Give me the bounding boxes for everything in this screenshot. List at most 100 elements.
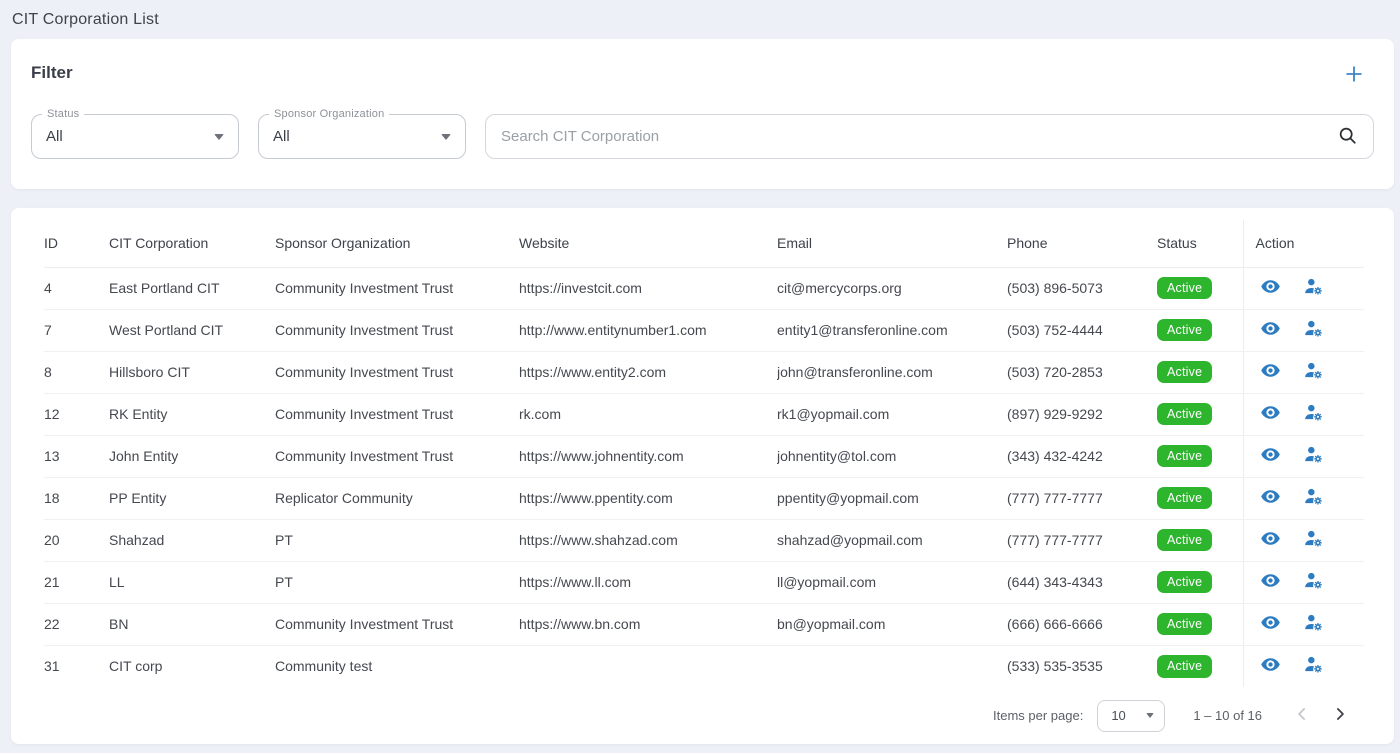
manage-users-button[interactable] <box>1303 318 1324 342</box>
cell-action <box>1243 477 1364 519</box>
column-header-website: Website <box>519 220 777 267</box>
manage-users-button[interactable] <box>1303 444 1324 468</box>
cit-corporation-table: ID CIT Corporation Sponsor Organization … <box>44 220 1364 687</box>
cell-website: rk.com <box>519 393 777 435</box>
manage-users-button[interactable] <box>1303 612 1324 636</box>
status-badge: Active <box>1157 445 1212 468</box>
cell-id: 8 <box>44 351 109 393</box>
manage-user-icon <box>1303 360 1324 384</box>
view-button[interactable] <box>1260 402 1281 426</box>
table-body: 4 East Portland CIT Community Investment… <box>44 267 1364 687</box>
manage-users-button[interactable] <box>1303 360 1324 384</box>
cell-id: 31 <box>44 645 109 687</box>
cell-action <box>1243 351 1364 393</box>
filter-panel: Filter Status All Sponsor Organization A… <box>11 39 1394 189</box>
table-header-row: ID CIT Corporation Sponsor Organization … <box>44 220 1364 267</box>
cell-id: 13 <box>44 435 109 477</box>
chevron-down-icon <box>1146 713 1154 718</box>
cell-email: johnentity@tol.com <box>777 435 1007 477</box>
manage-users-button[interactable] <box>1303 402 1324 426</box>
cell-sponsor-organization: Community Investment Trust <box>275 393 519 435</box>
sponsor-organization-select[interactable]: Sponsor Organization All <box>258 114 466 159</box>
cell-phone: (644) 343-4343 <box>1007 561 1157 603</box>
view-button[interactable] <box>1260 486 1281 510</box>
cell-id: 21 <box>44 561 109 603</box>
cell-action <box>1243 519 1364 561</box>
cell-status: Active <box>1157 267 1243 309</box>
pagination-bar: Items per page: 10 1 – 10 of 16 <box>41 687 1364 744</box>
cell-phone: (533) 535-3535 <box>1007 645 1157 687</box>
cell-email <box>777 645 1007 687</box>
search-icon <box>1337 125 1358 149</box>
items-per-page-select[interactable]: 10 <box>1097 700 1165 732</box>
cell-phone: (503) 752-4444 <box>1007 309 1157 351</box>
table-row: 22 BN Community Investment Trust https:/… <box>44 603 1364 645</box>
cell-website: https://www.shahzad.com <box>519 519 777 561</box>
cell-sponsor-organization: Replicator Community <box>275 477 519 519</box>
view-button[interactable] <box>1260 318 1281 342</box>
manage-users-button[interactable] <box>1303 654 1324 678</box>
cell-website: http://www.entitynumber1.com <box>519 309 777 351</box>
status-badge: Active <box>1157 277 1212 300</box>
cit-corporation-table-card: ID CIT Corporation Sponsor Organization … <box>11 208 1394 744</box>
manage-users-button[interactable] <box>1303 570 1324 594</box>
status-select[interactable]: Status All <box>31 114 239 159</box>
view-button[interactable] <box>1260 570 1281 594</box>
cell-email: john@transferonline.com <box>777 351 1007 393</box>
table-row: 21 LL PT https://www.ll.com ll@yopmail.c… <box>44 561 1364 603</box>
previous-page-button[interactable] <box>1288 700 1316 731</box>
sponsor-select-value: All <box>273 128 290 145</box>
manage-user-icon <box>1303 654 1324 678</box>
view-button[interactable] <box>1260 654 1281 678</box>
status-badge: Active <box>1157 613 1212 636</box>
eye-icon <box>1260 276 1281 300</box>
cell-website: https://investcit.com <box>519 267 777 309</box>
eye-icon <box>1260 570 1281 594</box>
cell-id: 12 <box>44 393 109 435</box>
eye-icon <box>1260 444 1281 468</box>
manage-users-button[interactable] <box>1303 276 1324 300</box>
view-button[interactable] <box>1260 528 1281 552</box>
cell-status: Active <box>1157 309 1243 351</box>
manage-users-button[interactable] <box>1303 528 1324 552</box>
view-button[interactable] <box>1260 444 1281 468</box>
search-field <box>485 114 1374 159</box>
cell-website: https://www.johnentity.com <box>519 435 777 477</box>
cell-cit-corporation: John Entity <box>109 435 275 477</box>
search-button[interactable] <box>1337 125 1358 149</box>
items-per-page-value: 10 <box>1111 708 1125 723</box>
status-badge: Active <box>1157 319 1212 342</box>
cell-cit-corporation: LL <box>109 561 275 603</box>
manage-user-icon <box>1303 444 1324 468</box>
cell-id: 7 <box>44 309 109 351</box>
cell-cit-corporation: CIT corp <box>109 645 275 687</box>
column-header-cit-corporation: CIT Corporation <box>109 220 275 267</box>
chevron-left-icon <box>1292 704 1312 727</box>
view-button[interactable] <box>1260 612 1281 636</box>
chevron-down-icon <box>214 134 224 140</box>
view-button[interactable] <box>1260 360 1281 384</box>
next-page-button[interactable] <box>1326 700 1354 731</box>
cell-email: cit@mercycorps.org <box>777 267 1007 309</box>
table-row: 7 West Portland CIT Community Investment… <box>44 309 1364 351</box>
table-row: 8 Hillsboro CIT Community Investment Tru… <box>44 351 1364 393</box>
cell-phone: (777) 777-7777 <box>1007 519 1157 561</box>
manage-user-icon <box>1303 402 1324 426</box>
cell-email: ll@yopmail.com <box>777 561 1007 603</box>
manage-users-button[interactable] <box>1303 486 1324 510</box>
search-input[interactable] <box>501 128 1337 145</box>
cell-action <box>1243 603 1364 645</box>
plus-icon <box>1343 63 1365 88</box>
cell-cit-corporation: Hillsboro CIT <box>109 351 275 393</box>
cell-status: Active <box>1157 603 1243 645</box>
eye-icon <box>1260 612 1281 636</box>
cell-id: 4 <box>44 267 109 309</box>
cell-phone: (343) 432-4242 <box>1007 435 1157 477</box>
status-badge: Active <box>1157 529 1212 552</box>
table-row: 18 PP Entity Replicator Community https:… <box>44 477 1364 519</box>
chevron-right-icon <box>1330 704 1350 727</box>
expand-filter-button[interactable] <box>1340 61 1368 89</box>
column-header-email: Email <box>777 220 1007 267</box>
table-row: 12 RK Entity Community Investment Trust … <box>44 393 1364 435</box>
view-button[interactable] <box>1260 276 1281 300</box>
